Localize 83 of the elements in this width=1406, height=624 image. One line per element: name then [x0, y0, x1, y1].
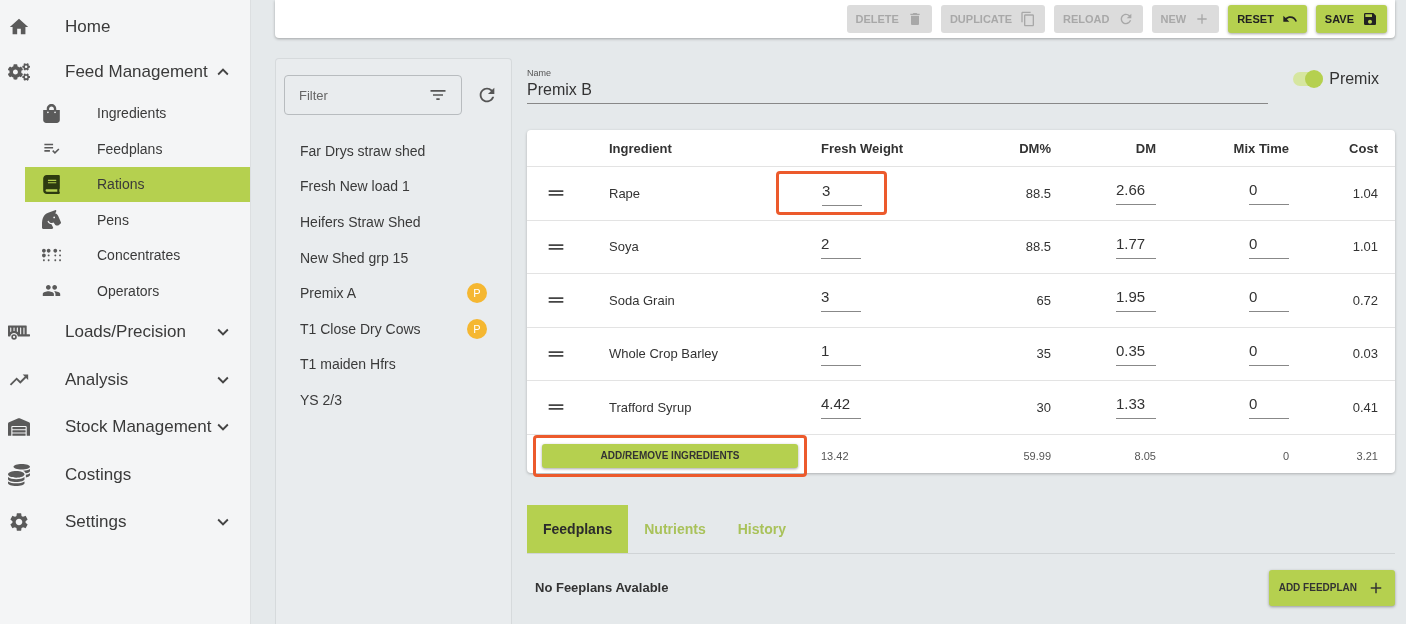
column-header: DM [1135, 140, 1156, 156]
table-cell: 35 [1036, 346, 1051, 362]
sidebar-item[interactable]: Analysis [0, 356, 250, 404]
total-cell: 3.21 [1356, 449, 1378, 462]
copy-icon [1020, 11, 1037, 27]
dm-field[interactable]: 1.77 [1116, 234, 1156, 259]
table-cell: Soda Grain [609, 292, 675, 308]
sidebar-subitem[interactable]: Concentrates [25, 237, 250, 273]
mix-time-field[interactable]: 0 [1249, 234, 1289, 259]
table-cell: 0.41 [1352, 399, 1378, 415]
animal-icon [42, 210, 61, 230]
book-icon [42, 174, 61, 194]
sidebar-item[interactable]: Home [0, 6, 250, 48]
sidebar-item[interactable]: Stock Management [0, 403, 250, 451]
add-remove-ingredients-button[interactable]: ADD/REMOVE INGREDIENTS [542, 443, 798, 468]
premix-badge: P [467, 283, 487, 304]
total-cell: 0 [1282, 449, 1289, 462]
table-cell: 30 [1036, 399, 1051, 415]
save-button[interactable]: SAVE [1315, 5, 1387, 33]
premix-badge: P [467, 318, 487, 339]
table-cell: 88.5 [1025, 239, 1051, 255]
add-feedplan-button[interactable]: ADD FEEDPLAN [1268, 569, 1395, 606]
coins-icon [8, 463, 30, 486]
empty-message: No Feeplans Avalable [535, 580, 669, 595]
tab[interactable]: Feedplans [527, 504, 629, 553]
table-cell: 0.03 [1352, 346, 1378, 362]
table-cell: 88.5 [1025, 185, 1051, 201]
mix-time-field[interactable]: 0 [1249, 341, 1289, 366]
name-field[interactable]: Name Premix B [527, 68, 1268, 104]
ration-list-item[interactable]: Premix A P [284, 275, 503, 311]
table-cell: Whole Crop Barley [609, 346, 719, 362]
total-cell: 8.05 [1134, 449, 1156, 462]
building-icon [8, 416, 30, 439]
weight-field[interactable]: 2 [821, 234, 861, 259]
mix-time-field[interactable]: 0 [1249, 181, 1289, 206]
sidebar-subitem[interactable]: Feedplans [25, 131, 250, 167]
mix-time-field[interactable]: 0 [1249, 288, 1289, 313]
sidebar-item[interactable]: Costings [0, 451, 250, 499]
premix-switch[interactable] [1293, 72, 1324, 86]
column-header: Ingredient [609, 140, 672, 156]
sidebar-item[interactable]: Settings [0, 498, 250, 546]
ration-list-item[interactable]: Far Drys straw shed [284, 133, 503, 169]
dm-field[interactable]: 2.66 [1116, 181, 1156, 206]
weight-field[interactable]: 1 [821, 341, 861, 366]
sidebar-subitem[interactable]: Operators [25, 273, 250, 309]
column-header: DM% [1019, 140, 1051, 156]
save-icon [1362, 11, 1378, 27]
table-cell: Trafford Syrup [609, 399, 692, 415]
ration-list-item[interactable]: YS 2/3 [284, 382, 503, 418]
bag-icon [42, 103, 61, 123]
settings-icon [8, 511, 30, 534]
sidebar-subitem[interactable]: Rations [25, 166, 250, 202]
sidebar-subitem[interactable]: Pens [25, 202, 250, 238]
column-header: Fresh Weight [821, 140, 904, 156]
column-header: Mix Time [1233, 140, 1289, 156]
reset-button[interactable]: RESET [1228, 5, 1307, 33]
dm-field[interactable]: 1.33 [1116, 395, 1156, 420]
dm-field[interactable]: 0.35 [1116, 341, 1156, 366]
table-cell: 65 [1036, 292, 1051, 308]
weight-field[interactable]: 4.42 [821, 395, 861, 420]
total-cell: 13.42 [821, 449, 849, 462]
dm-field[interactable]: 1.95 [1116, 288, 1156, 313]
filter-field[interactable]: Filter [284, 75, 462, 115]
sidebar-item[interactable]: Feed Management [0, 48, 250, 96]
total-cell: 59.99 [1023, 449, 1051, 462]
ration-list-item[interactable]: Heifers Straw Shed [284, 204, 503, 240]
table-cell: Soya [609, 239, 639, 255]
table-cell: 0.72 [1352, 292, 1378, 308]
switch-label: Premix [1329, 70, 1379, 88]
table-cell: Rape [609, 185, 641, 201]
gears-icon [8, 60, 30, 83]
sidebar-subitem[interactable]: Ingredients [25, 95, 250, 131]
weight-field[interactable]: 3 [822, 182, 862, 207]
ration-list-item[interactable]: T1 maiden Hfrs [284, 346, 503, 383]
table-cell: 1.01 [1352, 239, 1378, 255]
ration-list-item[interactable]: Fresh New load 1 [284, 168, 503, 205]
ration-list-item[interactable]: T1 Close Dry Cows P [284, 310, 503, 347]
ration-list-item[interactable]: New Shed grp 15 [284, 239, 503, 276]
sidebar-item[interactable]: Loads/Precision [0, 308, 250, 356]
mix-time-field[interactable]: 0 [1249, 395, 1289, 420]
weight-field[interactable]: 3 [821, 288, 861, 313]
column-header: Cost [1349, 140, 1378, 156]
table-cell: 1.04 [1352, 185, 1378, 201]
